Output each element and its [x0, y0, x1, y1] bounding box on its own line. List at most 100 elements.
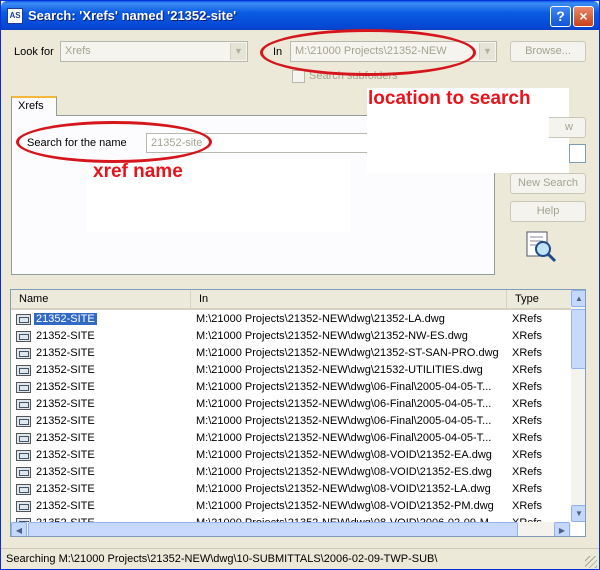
look-for-value: Xrefs	[65, 45, 91, 57]
row-name-cell: 21352-SITE	[16, 398, 194, 413]
row-name: 21352-SITE	[36, 330, 95, 342]
row-type: XRefs	[512, 347, 542, 359]
row-name: 21352-SITE	[36, 500, 95, 512]
row-in: M:\21000 Projects\21352-NEW\dwg\08-VOID\…	[196, 500, 494, 512]
name-highlight-ellipse	[16, 121, 212, 163]
row-in: M:\21000 Projects\21352-NEW\dwg\06-Final…	[196, 432, 492, 444]
row-name: 21352-SITE	[34, 313, 97, 325]
location-highlight-ellipse	[260, 29, 476, 76]
row-name-cell: 21352-SITE	[16, 449, 194, 464]
table-row[interactable]: 21352-SITE M:\21000 Projects\21352-NEW\dw…	[11, 481, 571, 498]
row-name: 21352-SITE	[36, 449, 95, 461]
chevron-down-icon[interactable]: ▼	[479, 43, 495, 60]
row-type: XRefs	[512, 381, 542, 393]
xref-file-icon	[16, 399, 31, 410]
table-row[interactable]: 21352-SITE M:\21000 Projects\21352-NEW\dw…	[11, 345, 571, 362]
row-type: XRefs	[512, 449, 542, 461]
row-in: M:\21000 Projects\21352-NEW\dwg\06-Final…	[196, 398, 492, 410]
table-row[interactable]: 21352-SITE M:\21000 Projects\21352-NEW\dw…	[11, 379, 571, 396]
xref-file-icon	[16, 433, 31, 444]
table-row[interactable]: 21352-SITE M:\21000 Projects\21352-NEW\dw…	[11, 464, 571, 481]
table-row[interactable]: 21352-SITE M:\21000 Projects\21352-NEW\dw…	[11, 447, 571, 464]
row-type: XRefs	[512, 364, 542, 376]
column-header-type[interactable]: Type	[507, 290, 571, 309]
row-name-cell: 21352-SITE	[16, 330, 194, 345]
row-in: M:\21000 Projects\21352-NEW\dwg\08-VOID\…	[196, 466, 492, 478]
row-in: M:\21000 Projects\21352-NEW\dwg\08-VOID\…	[196, 483, 491, 495]
row-type: XRefs	[512, 466, 542, 478]
row-in: M:\21000 Projects\21352-NEW\dwg\06-Final…	[196, 415, 492, 427]
table-row[interactable]: 21352-SITE M:\21000 Projects\21352-NEW\dw…	[11, 311, 571, 328]
row-name-cell: 21352-SITE	[16, 364, 194, 379]
row-type: XRefs	[512, 500, 542, 512]
browse-button[interactable]: Browse...	[510, 41, 586, 62]
results-list[interactable]: Name In Type 21352-SITE M:\21000 Projects…	[10, 289, 586, 537]
help-button[interactable]: Help	[510, 201, 586, 222]
xref-file-icon	[16, 365, 31, 376]
row-name-cell: 21352-SITE	[16, 381, 194, 396]
chevron-down-icon[interactable]: ▼	[230, 43, 246, 60]
find-now-button[interactable]: w	[549, 117, 586, 138]
new-search-button[interactable]: New Search	[510, 173, 586, 194]
table-row[interactable]: 21352-SITE M:\21000 Projects\21352-NEW\dw…	[11, 396, 571, 413]
xref-file-icon	[16, 416, 31, 427]
row-in: M:\21000 Projects\21352-NEW\dwg\21532-UT…	[196, 364, 483, 376]
table-row[interactable]: 21352-SITE M:\21000 Projects\21352-NEW\dw…	[11, 413, 571, 430]
row-name: 21352-SITE	[36, 381, 95, 393]
table-row[interactable]: 21352-SITE M:\21000 Projects\21352-NEW\dw…	[11, 362, 571, 379]
row-name: 21352-SITE	[36, 347, 95, 359]
xref-file-icon	[16, 450, 31, 461]
xref-file-icon	[16, 501, 31, 512]
column-header-name[interactable]: Name	[11, 290, 191, 309]
status-text: Searching M:\21000 Projects\21352-NEW\dw…	[6, 553, 438, 565]
row-name-cell: 21352-SITE	[16, 466, 194, 481]
search-icon	[526, 231, 557, 263]
row-name: 21352-SITE	[36, 466, 95, 478]
vertical-scrollbar[interactable]: ▲ ▼	[571, 290, 585, 522]
stop-button[interactable]	[569, 144, 586, 163]
title-bar[interactable]: AS Search: 'Xrefs' named '21352-site' ? …	[1, 1, 599, 30]
resize-grip-icon[interactable]	[585, 556, 597, 568]
row-in: M:\21000 Projects\21352-NEW\dwg\21352-ST…	[196, 347, 499, 359]
scroll-down-icon[interactable]: ▼	[571, 505, 585, 522]
horizontal-scroll-thumb[interactable]	[28, 522, 518, 536]
row-type: XRefs	[512, 415, 542, 427]
scroll-up-icon[interactable]: ▲	[571, 290, 585, 307]
xref-file-icon	[16, 382, 31, 393]
row-name: 21352-SITE	[36, 432, 95, 444]
row-name-cell: 21352-SITE	[16, 347, 194, 362]
column-header-in[interactable]: In	[191, 290, 507, 309]
help-title-button[interactable]: ?	[550, 6, 571, 27]
row-in: M:\21000 Projects\21352-NEW\dwg\21352-LA…	[196, 313, 445, 325]
table-row[interactable]: 21352-SITE M:\21000 Projects\21352-NEW\dw…	[11, 498, 571, 515]
name-annotation: xref name	[93, 161, 183, 182]
list-header: Name In Type	[11, 290, 571, 310]
vertical-scroll-thumb[interactable]	[571, 309, 585, 369]
location-annotation: location to search	[368, 88, 531, 109]
xref-file-icon	[16, 314, 31, 325]
table-row[interactable]: 21352-SITE M:\21000 Projects\21352-NEW\dw…	[11, 430, 571, 447]
row-name: 21352-SITE	[36, 364, 95, 376]
row-type: XRefs	[512, 483, 542, 495]
look-for-select[interactable]: Xrefs ▼	[60, 41, 248, 62]
row-type: XRefs	[512, 398, 542, 410]
app-icon: AS	[7, 8, 23, 24]
scroll-right-icon[interactable]: ▶	[554, 522, 570, 536]
row-name: 21352-SITE	[36, 483, 95, 495]
window-title: Search: 'Xrefs' named '21352-site'	[28, 8, 237, 23]
row-name-cell: 21352-SITE	[16, 432, 194, 447]
row-name-cell: 21352-SITE	[16, 313, 194, 328]
look-for-label: Look for	[14, 46, 54, 58]
search-subfolders-checkbox[interactable]	[292, 70, 305, 83]
xref-file-icon	[16, 484, 31, 495]
row-type: XRefs	[512, 330, 542, 342]
scroll-left-icon[interactable]: ◀	[11, 522, 27, 536]
horizontal-scrollbar[interactable]: ◀ ▶	[11, 522, 571, 536]
close-button[interactable]: ×	[573, 6, 594, 27]
row-in: M:\21000 Projects\21352-NEW\dwg\21352-NW…	[196, 330, 468, 342]
xref-file-icon	[16, 348, 31, 359]
row-in: M:\21000 Projects\21352-NEW\dwg\06-Final…	[196, 381, 492, 393]
table-row[interactable]: 21352-SITE M:\21000 Projects\21352-NEW\dw…	[11, 328, 571, 345]
list-rows: 21352-SITE M:\21000 Projects\21352-NEW\dw…	[11, 311, 571, 523]
tab-xrefs[interactable]: Xrefs	[11, 96, 57, 116]
